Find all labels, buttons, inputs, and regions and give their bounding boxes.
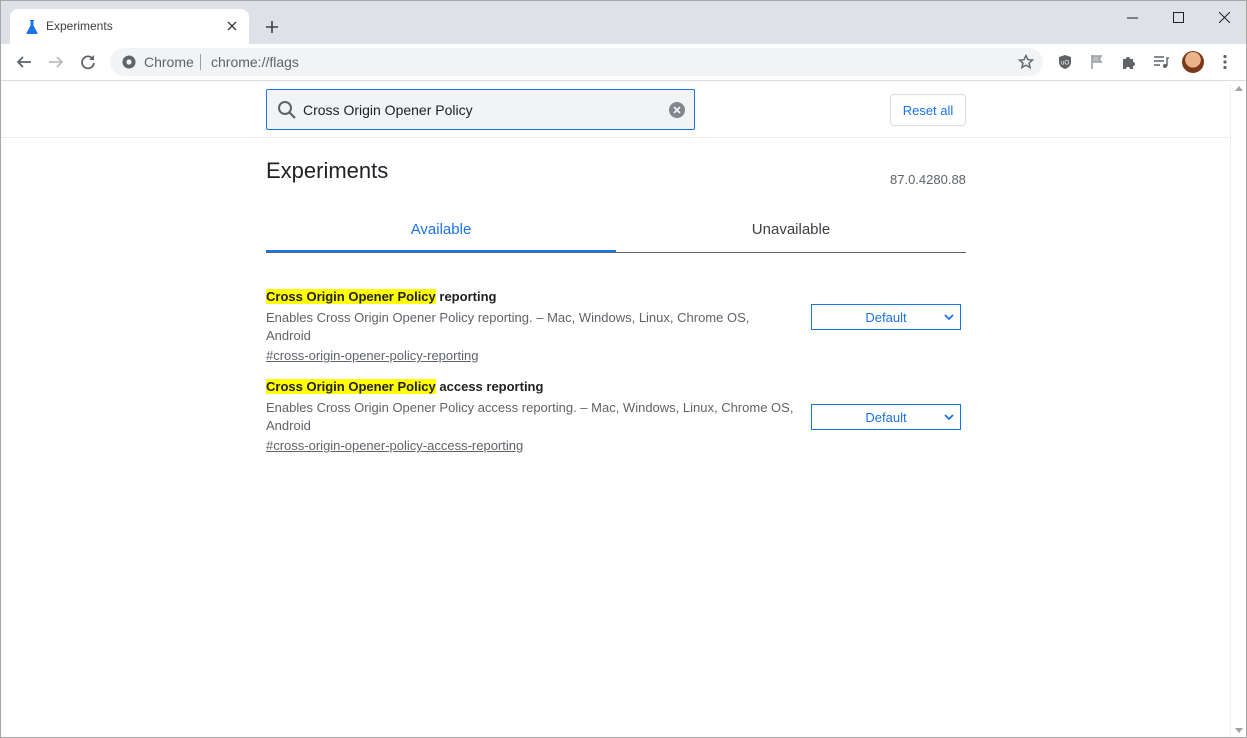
toolbar: Chrome chrome://flags uO bbox=[1, 44, 1246, 81]
experiment-link[interactable]: #cross-origin-opener-policy-reporting bbox=[266, 348, 478, 364]
experiments-tabs: Available Unavailable bbox=[266, 206, 966, 253]
close-icon[interactable] bbox=[223, 17, 241, 35]
experiment-item: Cross Origin Opener Policy reporting Ena… bbox=[266, 289, 966, 365]
experiment-name-rest: access reporting bbox=[435, 379, 544, 394]
chrome-icon bbox=[122, 55, 136, 69]
experiment-name-rest: reporting bbox=[435, 289, 497, 304]
experiment-description: Enables Cross Origin Opener Policy acces… bbox=[266, 400, 794, 433]
omnibox[interactable]: Chrome chrome://flags bbox=[110, 48, 1043, 76]
ublock-icon[interactable]: uO bbox=[1053, 50, 1077, 74]
flask-icon bbox=[26, 20, 38, 34]
search-box[interactable] bbox=[266, 89, 695, 130]
chevron-down-icon bbox=[944, 314, 954, 321]
avatar[interactable] bbox=[1182, 51, 1204, 73]
tab-label: Available bbox=[410, 220, 472, 238]
tab-available[interactable]: Available bbox=[266, 206, 616, 252]
svg-text:uO: uO bbox=[1061, 61, 1069, 67]
experiment-item: Cross Origin Opener Policy access report… bbox=[266, 379, 966, 455]
url-text[interactable]: chrome://flags bbox=[211, 54, 299, 70]
reset-all-button[interactable]: Reset all bbox=[890, 94, 966, 126]
back-icon[interactable] bbox=[12, 50, 36, 74]
forward-icon[interactable] bbox=[44, 50, 68, 74]
window-close-icon[interactable] bbox=[1201, 3, 1246, 31]
scrollbar[interactable] bbox=[1230, 82, 1246, 737]
experiment-description: Enables Cross Origin Opener Policy repor… bbox=[266, 310, 750, 343]
scroll-down-icon[interactable] bbox=[1235, 728, 1243, 733]
tab-title: Experiments bbox=[46, 19, 113, 33]
reload-icon[interactable] bbox=[76, 50, 100, 74]
more-icon[interactable] bbox=[1213, 50, 1237, 74]
experiment-name: Cross Origin Opener Policy reporting bbox=[266, 289, 966, 305]
tab-label: Unavailable bbox=[751, 220, 831, 238]
search-highlight: Cross Origin Opener Policy bbox=[266, 379, 436, 394]
omnibox-chip: Chrome bbox=[144, 54, 194, 70]
browser-window: Experiments Chrome chrome://flags uO Cro… bbox=[0, 0, 1247, 738]
chevron-down-icon bbox=[944, 414, 954, 421]
search-icon bbox=[278, 101, 296, 119]
experiment-select[interactable]: Default bbox=[811, 304, 961, 330]
scroll-up-icon[interactable] bbox=[1235, 86, 1243, 91]
media-icon[interactable] bbox=[1149, 50, 1173, 74]
version-label: 87.0.4280.88 bbox=[890, 172, 966, 187]
flags-header: Reset all bbox=[1, 82, 1229, 138]
search-input[interactable] bbox=[303, 100, 663, 120]
minimize-icon[interactable] bbox=[1109, 3, 1155, 31]
page-title: Experiments bbox=[266, 158, 389, 183]
tab-unavailable[interactable]: Unavailable bbox=[616, 206, 966, 252]
star-icon[interactable] bbox=[1017, 53, 1035, 71]
experiment-name: Cross Origin Opener Policy access report… bbox=[266, 379, 966, 395]
experiment-link[interactable]: #cross-origin-opener-policy-access-repor… bbox=[266, 438, 523, 454]
tab-strip: Experiments bbox=[1, 1, 1246, 44]
maximize-icon[interactable] bbox=[1155, 3, 1201, 31]
select-value: Default bbox=[865, 309, 907, 325]
active-tab-indicator bbox=[266, 250, 616, 252]
flag-icon[interactable] bbox=[1085, 50, 1109, 74]
plus-icon[interactable] bbox=[261, 16, 283, 38]
clear-search-icon[interactable] bbox=[668, 101, 686, 119]
search-highlight: Cross Origin Opener Policy bbox=[266, 289, 436, 304]
select-value: Default bbox=[865, 409, 907, 425]
omnibox-divider bbox=[200, 54, 201, 70]
experiment-select[interactable]: Default bbox=[811, 404, 961, 430]
extensions-icon[interactable] bbox=[1117, 50, 1141, 74]
tab-experiments[interactable]: Experiments bbox=[10, 9, 249, 44]
